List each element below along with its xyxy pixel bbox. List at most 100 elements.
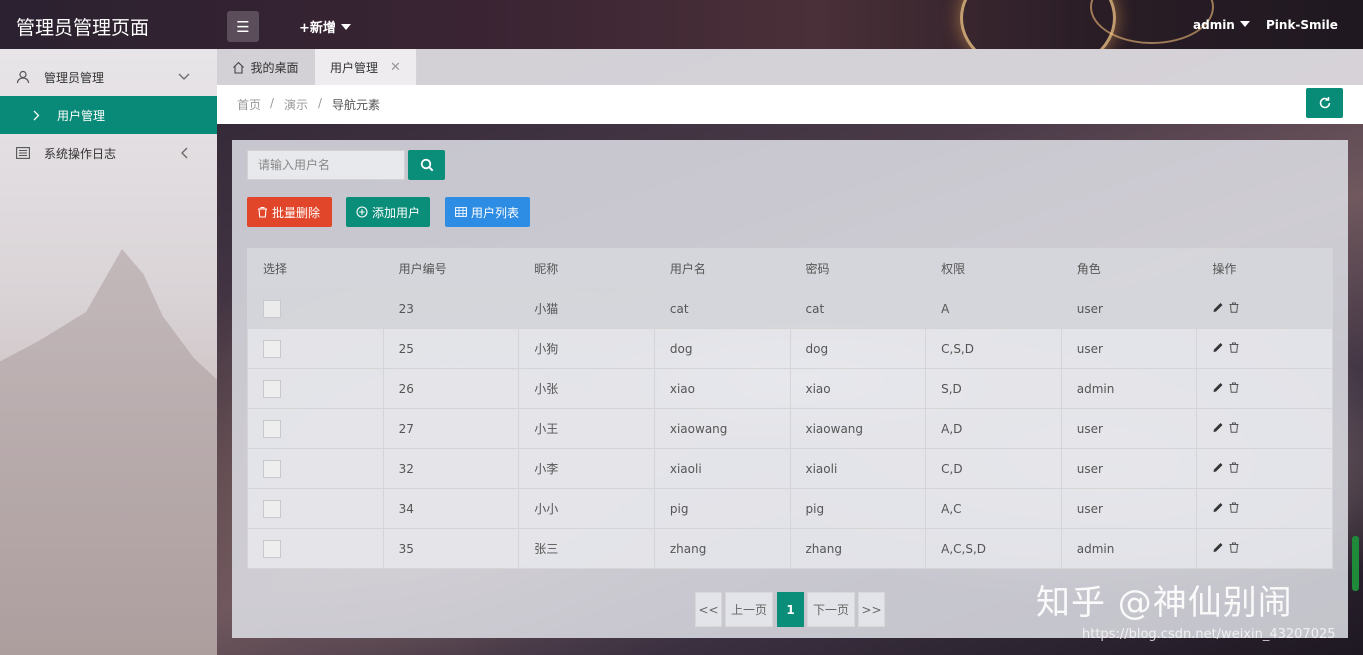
- actions-cell: [1196, 368, 1333, 409]
- cell-role: user: [1060, 488, 1198, 529]
- breadcrumb-link-demo[interactable]: 演示: [284, 96, 308, 113]
- edit-icon[interactable]: [1212, 342, 1224, 353]
- background-decoration: [0, 249, 217, 655]
- delete-icon[interactable]: [1228, 502, 1240, 513]
- breadcrumb-separator: /: [318, 96, 323, 110]
- tab-bar: 我的桌面 用户管理 ✕: [217, 49, 1363, 85]
- table-row: 26 小张 xiao xiao S,D admin: [247, 368, 1333, 409]
- row-checkbox[interactable]: [263, 539, 281, 558]
- chevron-down-icon: [178, 73, 190, 80]
- cell-username: cat: [653, 288, 791, 329]
- cell-password: xiaoli: [789, 448, 927, 489]
- cell-password: cat: [789, 288, 927, 329]
- edit-icon[interactable]: [1212, 462, 1224, 473]
- close-icon[interactable]: ✕: [390, 60, 401, 75]
- tab-desktop[interactable]: 我的桌面: [217, 49, 314, 85]
- user-dropdown[interactable]: admin: [1193, 18, 1250, 32]
- cell-password: pig: [789, 488, 927, 529]
- refresh-button[interactable]: [1306, 88, 1343, 118]
- breadcrumb-link-home[interactable]: 首页: [237, 96, 261, 113]
- chevron-left-icon: [181, 147, 188, 159]
- actions-cell: [1196, 408, 1333, 449]
- search-input[interactable]: [247, 150, 405, 180]
- select-cell: [247, 288, 384, 329]
- delete-icon[interactable]: [1228, 302, 1240, 313]
- add-user-button[interactable]: 添加用户: [346, 197, 430, 227]
- row-checkbox[interactable]: [263, 499, 281, 518]
- new-dropdown[interactable]: +新增: [299, 17, 351, 36]
- cell-username: dog: [653, 328, 791, 369]
- table-row: 32 小李 xiaoli xiaoli C,D user: [247, 448, 1333, 489]
- row-checkbox[interactable]: [263, 419, 281, 438]
- table-header-row: 选择 用户编号 昵称 用户名 密码 权限 角色 操作: [247, 248, 1333, 289]
- cell-role: admin: [1060, 528, 1198, 569]
- cell-perm: A,C,S,D: [925, 528, 1062, 569]
- row-checkbox[interactable]: [263, 379, 281, 398]
- sidebar-item-logs[interactable]: 系统操作日志: [0, 134, 217, 172]
- edit-icon[interactable]: [1212, 302, 1224, 313]
- column-header: 角色: [1060, 248, 1198, 289]
- cell-perm: A: [925, 288, 1062, 329]
- cell-password: zhang: [789, 528, 927, 569]
- first-page-button[interactable]: <<: [695, 592, 722, 627]
- sidebar-item-label: 系统操作日志: [44, 146, 117, 161]
- menu-toggle-button[interactable]: ☰: [227, 11, 259, 42]
- refresh-icon: [1319, 97, 1330, 109]
- sidebar-item-user-management[interactable]: 用户管理: [0, 96, 217, 134]
- sidebar-item-admin[interactable]: 管理员管理: [0, 58, 217, 96]
- hamburger-icon: ☰: [236, 17, 250, 36]
- app-title: 管理员管理页面: [16, 17, 150, 39]
- button-label: 用户列表: [471, 205, 520, 220]
- breadcrumb-current: 导航元素: [332, 98, 381, 112]
- prev-page-button[interactable]: 上一页: [725, 592, 773, 627]
- cell-nickname: 小小: [518, 488, 655, 529]
- new-label: +新增: [299, 21, 336, 36]
- next-page-button[interactable]: 下一页: [807, 592, 855, 627]
- home-icon: [233, 61, 245, 74]
- table-row: 34 小小 pig pig A,C user: [247, 488, 1333, 529]
- actions-cell: [1196, 488, 1333, 529]
- cell-nickname: 小张: [518, 368, 655, 409]
- cell-role: user: [1060, 328, 1198, 369]
- edit-icon[interactable]: [1212, 542, 1224, 553]
- row-checkbox[interactable]: [263, 339, 281, 358]
- batch-delete-button[interactable]: 批量删除: [247, 197, 332, 227]
- watermark-text: 知乎 @神仙别闹: [1036, 583, 1293, 623]
- edit-icon[interactable]: [1212, 422, 1224, 433]
- actions-cell: [1196, 528, 1333, 569]
- list-icon: [16, 147, 30, 159]
- cell-perm: S,D: [925, 368, 1062, 409]
- delete-icon[interactable]: [1228, 382, 1240, 393]
- delete-icon[interactable]: [1228, 342, 1240, 353]
- cell-id: 27: [382, 408, 520, 449]
- edit-icon[interactable]: [1212, 502, 1224, 513]
- row-checkbox[interactable]: [263, 299, 281, 318]
- user-list-button[interactable]: 用户列表: [445, 197, 530, 227]
- actions-cell: [1196, 448, 1333, 489]
- breadcrumb-separator: /: [270, 96, 275, 110]
- cell-nickname: 小狗: [518, 328, 655, 369]
- edit-icon[interactable]: [1212, 382, 1224, 393]
- caret-down-icon: [1239, 21, 1250, 27]
- last-page-button[interactable]: >>: [858, 592, 885, 627]
- sidebar: 管理员管理 用户管理 系统操作日志: [0, 49, 217, 655]
- row-checkbox[interactable]: [263, 459, 281, 478]
- cell-username: xiao: [653, 368, 791, 409]
- button-label: 批量删除: [272, 205, 321, 220]
- search-button[interactable]: [408, 150, 445, 180]
- delete-icon[interactable]: [1228, 422, 1240, 433]
- current-page-button[interactable]: 1: [777, 592, 804, 627]
- cell-nickname: 小猫: [518, 288, 655, 329]
- user-table: 选择 用户编号 昵称 用户名 密码 权限 角色 操作 23 小猫 cat cat Aus…: [247, 248, 1333, 569]
- scrollbar-thumb[interactable]: [1352, 536, 1359, 591]
- select-cell: [247, 328, 384, 369]
- watermark-url: https://blog.csdn.net/weixin_43207025: [1082, 627, 1336, 642]
- tab-user-management[interactable]: 用户管理 ✕: [315, 49, 417, 85]
- cell-username: xiaowang: [653, 408, 791, 449]
- user-name-link[interactable]: Pink-Smile: [1266, 18, 1338, 32]
- column-header: 操作: [1196, 248, 1333, 289]
- delete-icon[interactable]: [1228, 542, 1240, 553]
- delete-icon[interactable]: [1228, 462, 1240, 473]
- sidebar-item-label: 用户管理: [57, 108, 106, 123]
- actions-cell: [1196, 328, 1333, 369]
